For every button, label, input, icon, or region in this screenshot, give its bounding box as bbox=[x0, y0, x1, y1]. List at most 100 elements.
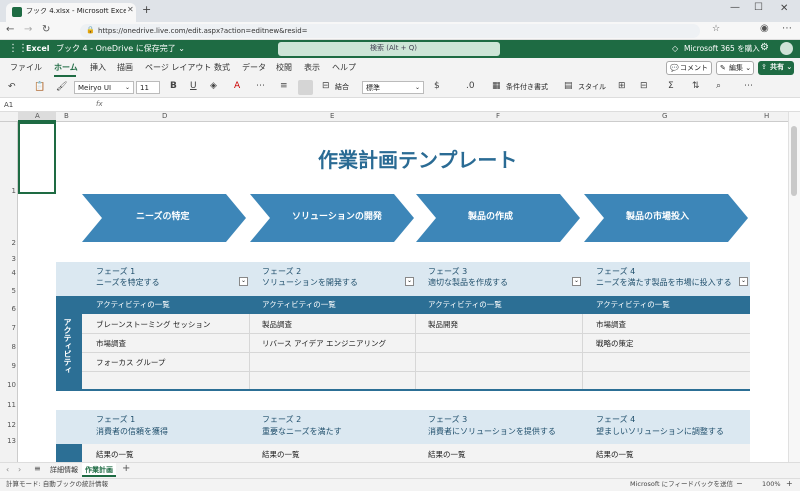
refresh-icon[interactable]: ↻ bbox=[42, 25, 50, 35]
activity-cell[interactable]: 戦略の策定 bbox=[596, 340, 634, 348]
filter-dropdown-icon[interactable]: ⌄ bbox=[572, 277, 581, 286]
column-header[interactable]: G bbox=[662, 113, 667, 120]
number-format-select[interactable]: 標準 ⌄ bbox=[362, 81, 424, 94]
forward-icon[interactable]: → bbox=[24, 25, 32, 35]
row-header[interactable]: 7 bbox=[0, 325, 16, 332]
scrollbar-thumb[interactable] bbox=[791, 126, 797, 196]
url-field[interactable]: 🔒 https://onedrive.live.com/edit.aspx?ac… bbox=[80, 24, 700, 38]
activity-cell[interactable]: 市場調査 bbox=[596, 321, 626, 329]
edit-button[interactable]: ✎ 編集 ⌄ bbox=[716, 61, 754, 75]
tab-file[interactable]: ファイル bbox=[10, 64, 42, 72]
selected-cell[interactable] bbox=[18, 122, 56, 194]
workbook-stats[interactable]: ブックの統計情報 bbox=[56, 481, 108, 488]
sort-icon[interactable]: ⇅ bbox=[692, 82, 700, 91]
column-header[interactable]: B bbox=[64, 113, 69, 120]
zoom-out-icon[interactable]: − bbox=[736, 480, 743, 488]
share-button[interactable]: ⇪ 共有 ⌄ bbox=[758, 61, 794, 75]
profile-icon[interactable]: ◉ bbox=[760, 24, 769, 34]
next-sheet-icon[interactable]: › bbox=[18, 466, 21, 474]
tab-formulas[interactable]: 数式 bbox=[214, 64, 230, 72]
decimal-icon[interactable]: .0 bbox=[466, 82, 475, 91]
tab-review[interactable]: 校閲 bbox=[276, 64, 292, 72]
undo-icon[interactable]: ↶ bbox=[8, 83, 16, 92]
tab-help[interactable]: ヘルプ bbox=[332, 64, 356, 72]
bold-icon[interactable]: B bbox=[170, 82, 177, 91]
m365-link[interactable]: Microsoft 365 を購入 bbox=[684, 45, 760, 53]
activity-cell[interactable]: ブレーンストーミング セッション bbox=[96, 321, 210, 329]
sum-icon[interactable]: Σ bbox=[668, 82, 674, 91]
underline-icon[interactable]: U bbox=[190, 82, 197, 91]
row-header[interactable]: 5 bbox=[0, 288, 16, 295]
font-color-icon[interactable]: A bbox=[234, 82, 240, 91]
format-painter-icon[interactable]: 🖌 bbox=[56, 83, 67, 92]
table-icon[interactable]: ▦ bbox=[492, 82, 501, 91]
sheet-tab-details[interactable]: 詳細情報 bbox=[50, 467, 78, 474]
row-header[interactable]: 3 bbox=[0, 256, 16, 263]
close-window-icon[interactable]: ✕ bbox=[780, 4, 788, 14]
app-launcher-icon[interactable]: ⋮⋮ bbox=[8, 44, 28, 54]
row-header[interactable]: 9 bbox=[0, 363, 16, 370]
document-title[interactable]: ブック 4 - OneDrive に保存完了 ⌄ bbox=[56, 45, 185, 53]
column-header[interactable]: A bbox=[35, 113, 40, 120]
row-header[interactable]: 2 bbox=[0, 240, 16, 247]
filter-dropdown-icon[interactable]: ⌄ bbox=[239, 277, 248, 286]
row-header[interactable]: 10 bbox=[0, 382, 16, 389]
find-icon[interactable]: ⌕ bbox=[716, 82, 721, 91]
currency-icon[interactable]: $ bbox=[434, 82, 440, 91]
zoom-level[interactable]: 100% bbox=[762, 481, 781, 488]
wrap-text-button[interactable] bbox=[298, 80, 313, 95]
add-sheet-icon[interactable]: + bbox=[122, 464, 130, 474]
align-icon[interactable]: ≡ bbox=[280, 82, 288, 91]
column-header[interactable]: F bbox=[496, 113, 500, 120]
minimize-icon[interactable]: — bbox=[730, 3, 740, 13]
row-header[interactable]: 8 bbox=[0, 344, 16, 351]
activity-cell[interactable]: フォーカス グループ bbox=[96, 359, 165, 367]
row-header[interactable]: 13 bbox=[0, 438, 16, 445]
prev-sheet-icon[interactable]: ‹ bbox=[6, 466, 9, 474]
column-header[interactable]: D bbox=[162, 113, 167, 120]
new-tab-icon[interactable]: + bbox=[142, 4, 151, 15]
close-tab-icon[interactable]: ✕ bbox=[127, 6, 134, 14]
column-header[interactable]: H bbox=[764, 113, 769, 120]
tab-draw[interactable]: 描画 bbox=[117, 64, 133, 72]
activity-cell[interactable]: 製品開発 bbox=[428, 321, 458, 329]
tab-home[interactable]: ホーム bbox=[54, 64, 78, 72]
row-header[interactable]: 6 bbox=[0, 306, 16, 313]
browser-tab[interactable]: ブック 4.xlsx - Microsoft Excel Onli bbox=[6, 3, 136, 22]
row-header[interactable]: 11 bbox=[0, 402, 16, 409]
merge-icon[interactable]: ⊟ bbox=[322, 82, 330, 91]
search-box[interactable]: 検索 (Alt + Q) bbox=[278, 42, 500, 56]
activity-cell[interactable]: 製品調査 bbox=[262, 321, 292, 329]
cell-styles-button[interactable]: スタイル bbox=[578, 84, 606, 91]
tab-data[interactable]: データ bbox=[242, 64, 266, 72]
more-options-icon[interactable]: ⋯ bbox=[744, 82, 753, 91]
row-header[interactable]: 1 bbox=[0, 188, 16, 195]
browser-menu-icon[interactable]: ⋯ bbox=[782, 24, 792, 34]
extensions-icon[interactable]: ☆ bbox=[712, 25, 720, 34]
comment-button[interactable]: 💬 コメント bbox=[666, 61, 712, 75]
merge-label[interactable]: 結合 bbox=[335, 84, 349, 91]
zoom-in-icon[interactable]: + bbox=[786, 480, 793, 488]
fill-color-icon[interactable]: ◈ bbox=[210, 82, 217, 91]
row-header[interactable]: 12 bbox=[0, 422, 16, 429]
paste-icon[interactable]: 📋 bbox=[34, 83, 45, 92]
more-icon[interactable]: ⋯ bbox=[256, 82, 265, 91]
maximize-icon[interactable]: ☐ bbox=[754, 3, 763, 13]
sheet-tab-active[interactable]: 作業計画 bbox=[82, 463, 116, 477]
filter-dropdown-icon[interactable]: ⌄ bbox=[405, 277, 414, 286]
tab-view[interactable]: 表示 bbox=[304, 64, 320, 72]
activity-cell[interactable]: リバース アイデア エンジニアリング bbox=[262, 340, 386, 348]
font-name-select[interactable]: Meiryo UI ⌄ bbox=[74, 81, 134, 94]
all-sheets-icon[interactable]: ≡ bbox=[34, 465, 41, 473]
delete-cells-icon[interactable]: ⊟ bbox=[640, 82, 648, 91]
font-size-select[interactable]: 11 bbox=[136, 81, 160, 94]
row-header[interactable]: 4 bbox=[0, 270, 16, 277]
filter-dropdown-icon[interactable]: ⌄ bbox=[739, 277, 748, 286]
avatar[interactable] bbox=[780, 42, 793, 55]
column-header[interactable]: E bbox=[330, 113, 334, 120]
conditional-format-button[interactable]: 条件付き書式 bbox=[506, 84, 548, 91]
settings-icon[interactable]: ⚙ bbox=[760, 43, 769, 53]
tab-insert[interactable]: 挿入 bbox=[90, 64, 106, 72]
insert-cells-icon[interactable]: ⊞ bbox=[618, 82, 626, 91]
name-box[interactable]: A1 bbox=[4, 102, 13, 109]
